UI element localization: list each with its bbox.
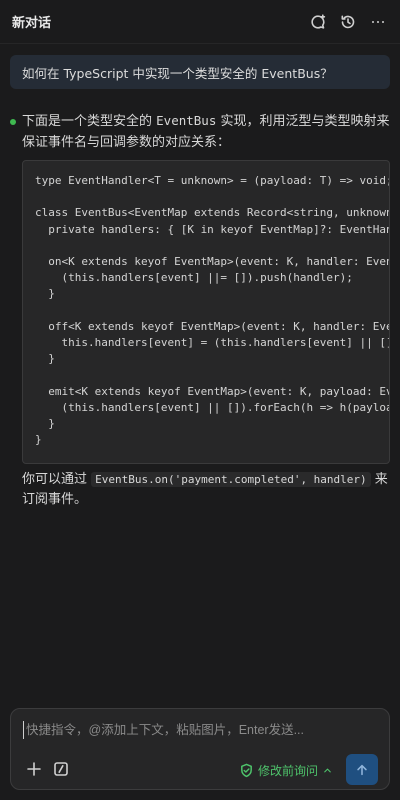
user-message: 如何在 TypeScript 中实现一个类型安全的 EventBus？ — [10, 55, 390, 89]
arrow-up-icon — [357, 764, 367, 775]
page-title: 新对话 — [12, 16, 52, 31]
inline-code-usage: EventBus.on('payment.completed', handler… — [91, 472, 371, 487]
history-button[interactable] — [338, 12, 358, 32]
more-options-button[interactable] — [368, 12, 388, 32]
ask-before-edit-label: 修改前询问 — [258, 763, 319, 778]
header-actions — [308, 12, 388, 32]
prompt-input[interactable] — [23, 721, 373, 739]
chevron-up-icon — [324, 768, 331, 772]
add-context-button[interactable] — [24, 759, 44, 779]
code-content: type EventHandler<T = unknown> = (payloa… — [35, 174, 390, 447]
history-icon — [341, 15, 355, 28]
more-dots-icon — [372, 20, 384, 23]
plus-icon — [27, 762, 41, 776]
composer: 修改前询问 — [10, 708, 390, 790]
assistant-intro: 下面是一个类型安全的 EventBus 实现，利用泛型与类型映射来保证事件名与回… — [22, 113, 390, 150]
slash-command-button[interactable] — [51, 759, 71, 779]
slash-command-icon — [54, 762, 68, 776]
header-bar: 新对话 — [0, 0, 400, 44]
status-dot-icon — [10, 119, 16, 125]
code-block[interactable]: type EventHandler<T = unknown> = (payloa… — [22, 160, 390, 464]
shield-check-icon — [241, 763, 252, 777]
send-button[interactable] — [346, 754, 378, 785]
new-chat-icon — [311, 13, 326, 29]
new-chat-button[interactable] — [308, 12, 328, 32]
ask-before-edit-toggle[interactable]: 修改前询问 — [239, 760, 333, 780]
inline-code-eventbus: EventBus — [156, 113, 217, 128]
assistant-outro: 你可以通过 EventBus.on('payment.completed', h… — [22, 472, 388, 507]
